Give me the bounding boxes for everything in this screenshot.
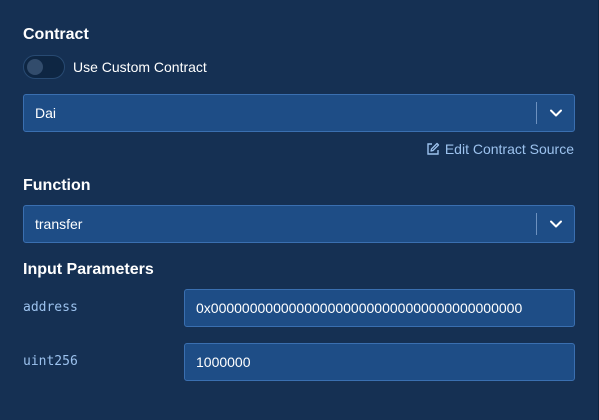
edit-icon	[427, 142, 439, 155]
chevron-down-icon[interactable]	[537, 206, 574, 242]
contract-select[interactable]: Dai	[23, 94, 575, 132]
function-select-value: transfer	[35, 216, 83, 232]
custom-contract-toggle[interactable]	[23, 55, 65, 79]
custom-contract-label: Use Custom Contract	[73, 59, 207, 75]
edit-contract-source-link[interactable]: Edit Contract Source	[426, 141, 574, 157]
function-heading: Function	[23, 177, 91, 194]
uint256-input[interactable]	[184, 343, 575, 381]
contract-select-value: Dai	[35, 105, 57, 121]
contract-panel: Contract Use Custom Contract Dai Edit Co…	[0, 0, 599, 420]
custom-contract-toggle-row: Use Custom Contract	[23, 54, 207, 80]
function-select[interactable]: transfer	[23, 205, 575, 243]
toggle-knob	[27, 59, 43, 75]
chevron-down-icon[interactable]	[537, 95, 574, 131]
param-label-uint256: uint256	[23, 354, 78, 369]
param-label-address: address	[23, 300, 78, 315]
contract-heading: Contract	[23, 26, 89, 43]
edit-contract-source-label: Edit Contract Source	[444, 141, 574, 157]
address-input[interactable]	[184, 289, 575, 327]
input-parameters-heading: Input Parameters	[23, 261, 154, 278]
